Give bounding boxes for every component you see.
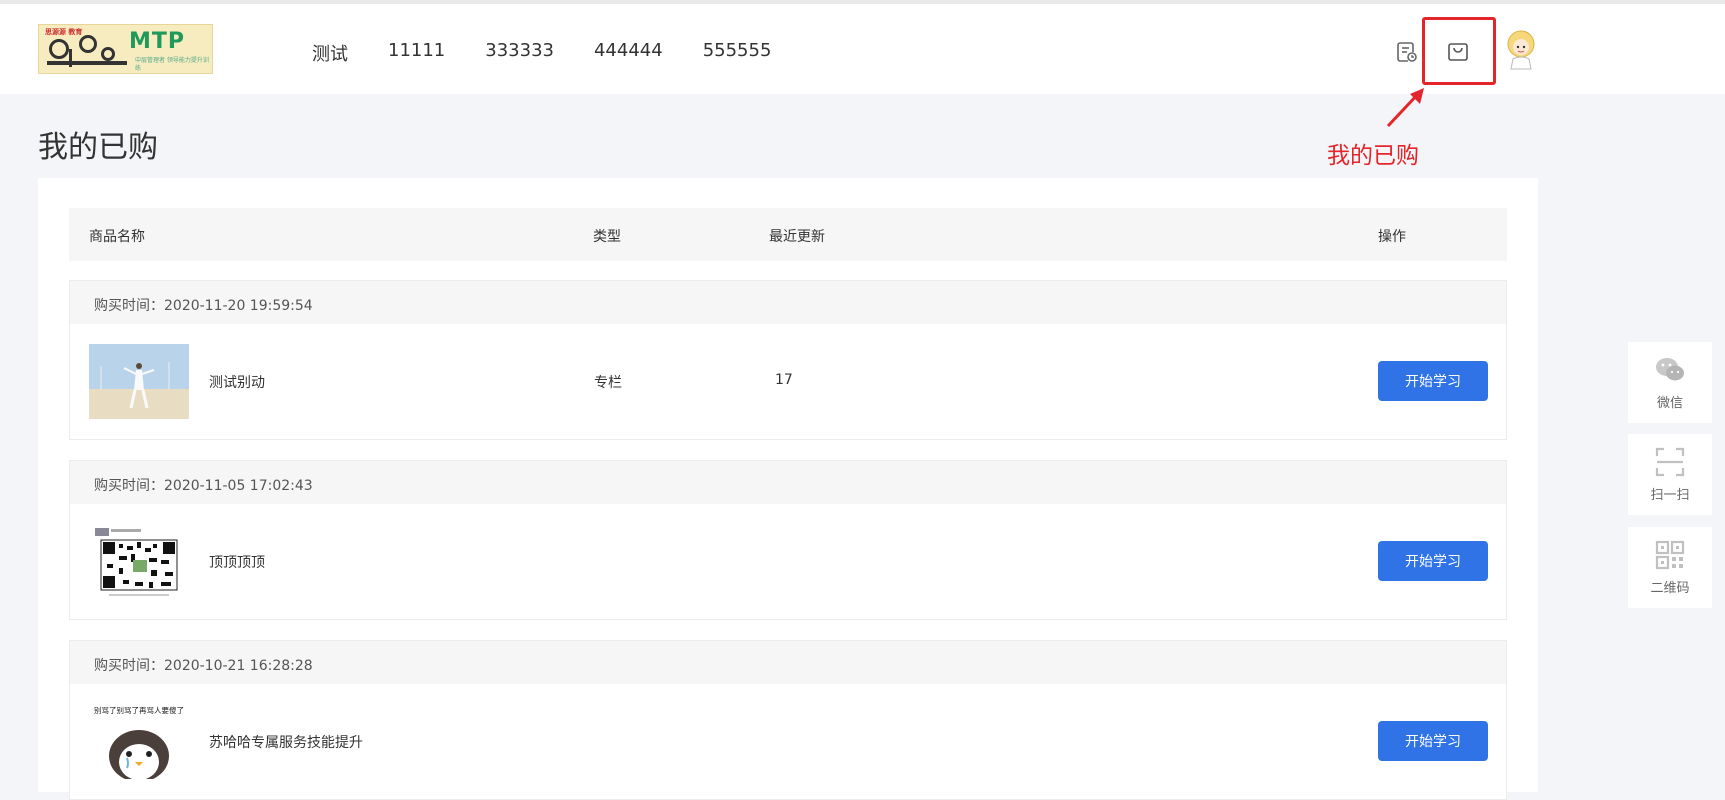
nav-item-11111[interactable]: 11111 xyxy=(388,40,445,66)
main-nav: 测试 11111 333333 444444 555555 xyxy=(312,40,811,66)
purchases-card: 商品名称 类型 最近更新 操作 购买时间：2020-11-20 19:59:54… xyxy=(38,178,1538,800)
nav-item-555555[interactable]: 555555 xyxy=(703,40,772,66)
order-row: 购买时间：2020-11-05 17:02:43 顶顶顶顶 开始学习 xyxy=(69,460,1507,620)
sidebar-label: 微信 xyxy=(1656,396,1683,411)
column-updated: 最近更新 xyxy=(769,229,825,245)
logo-gear-icon xyxy=(101,47,115,61)
purchase-time: 购买时间：2020-10-21 16:28:28 xyxy=(70,641,1506,684)
sidebar-qrcode[interactable]: 二维码 xyxy=(1628,527,1712,608)
start-learning-button[interactable]: 开始学习 xyxy=(1378,541,1488,581)
column-type: 类型 xyxy=(593,229,621,245)
order-row: 购买时间：2020-10-21 16:28:28 别骂了别骂了再骂人要傻了 苏哈… xyxy=(69,640,1507,800)
logo-gear-icon xyxy=(49,39,69,59)
nav-item-444444[interactable]: 444444 xyxy=(594,40,663,66)
order-row: 购买时间：2020-11-20 19:59:54 测试别动 专栏 17 开始学习 xyxy=(69,280,1507,440)
purchase-time: 购买时间：2020-11-05 17:02:43 xyxy=(70,461,1506,504)
product-thumbnail[interactable]: 别骂了别骂了再骂人要傻了 xyxy=(89,704,189,779)
logo-gear-icon xyxy=(79,35,97,53)
product-thumbnail[interactable] xyxy=(89,524,189,599)
start-learning-button[interactable]: 开始学习 xyxy=(1378,361,1488,401)
logo-tagline: 中层管理者 领导能力提升训练 xyxy=(135,57,209,72)
annotation-arrow xyxy=(1386,88,1424,128)
product-thumbnail[interactable] xyxy=(89,344,189,419)
sidebar-label: 扫一扫 xyxy=(1650,488,1690,503)
start-learning-button[interactable]: 开始学习 xyxy=(1378,721,1488,761)
scan-icon xyxy=(1655,447,1685,477)
nav-item-333333[interactable]: 333333 xyxy=(485,40,554,66)
header: 思源源 教育 MTP 中层管理者 领导能力提升训练 测试 11111 33333… xyxy=(0,4,1725,94)
sidebar-wechat[interactable]: 微信 xyxy=(1628,342,1712,423)
logo[interactable]: 思源源 教育 MTP 中层管理者 领导能力提升训练 xyxy=(38,24,213,74)
product-name[interactable]: 苏哈哈专属服务技能提升 xyxy=(209,732,363,752)
wechat-icon xyxy=(1656,358,1684,381)
annotation-label: 我的已购 xyxy=(1327,143,1419,169)
logo-bar xyxy=(69,49,72,67)
thumbnail-image xyxy=(89,344,189,419)
product-name[interactable]: 测试别动 xyxy=(209,372,265,392)
product-updated: 17 xyxy=(775,372,793,388)
thumbnail-caption: 别骂了别骂了再骂人要傻了 xyxy=(94,705,184,715)
sidebar-label: 二维码 xyxy=(1650,581,1690,596)
logo-badge: 思源源 教育 xyxy=(45,28,83,36)
column-name: 商品名称 xyxy=(89,229,145,245)
product-type: 专栏 xyxy=(594,375,622,391)
sidebar-scan[interactable]: 扫一扫 xyxy=(1628,434,1712,515)
page-title: 我的已购 xyxy=(38,130,158,165)
orders-icon[interactable] xyxy=(1395,40,1419,64)
column-action: 操作 xyxy=(1378,229,1406,245)
thumbnail-image xyxy=(89,524,189,599)
avatar[interactable] xyxy=(1503,29,1539,71)
nav-item-test[interactable]: 测试 xyxy=(312,40,348,66)
qrcode-icon xyxy=(1655,540,1685,570)
logo-brand: MTP xyxy=(129,29,186,54)
table-header: 商品名称 类型 最近更新 操作 xyxy=(69,208,1507,261)
thumbnail-image: 别骂了别骂了再骂人要傻了 xyxy=(89,704,189,779)
logo-bar xyxy=(47,61,127,65)
purchase-time: 购买时间：2020-11-20 19:59:54 xyxy=(70,281,1506,324)
shopping-bag-icon[interactable] xyxy=(1446,40,1470,64)
product-name[interactable]: 顶顶顶顶 xyxy=(209,552,265,572)
